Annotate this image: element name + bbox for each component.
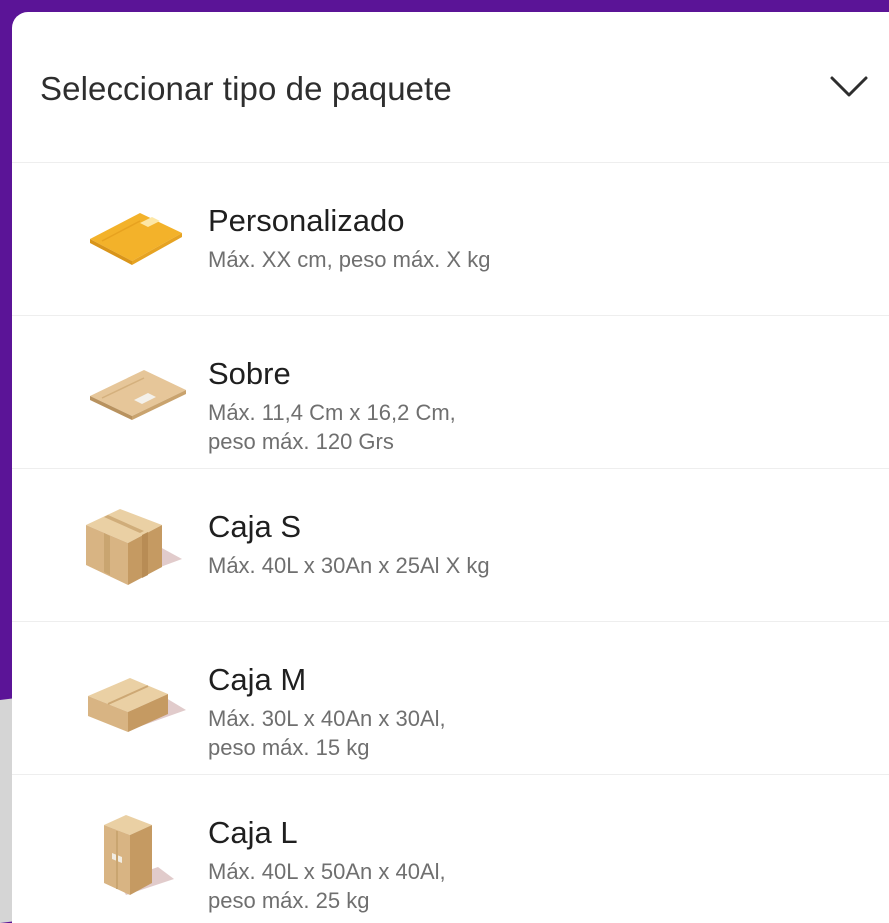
option-description: Máx. XX cm, peso máx. X kg [208,247,491,272]
option-title: Personalizado [208,203,405,238]
large-box-icon [104,815,174,895]
option-caja-s[interactable]: Caja S Máx. 40L x 30An x 25Al X kg [12,469,889,622]
option-description: Máx. 40L x 30An x 25Al X kg [208,553,490,578]
option-description: Máx. 11,4 Cm x 16,2 Cm, peso máx. 120 Gr… [208,400,456,454]
option-caja-l[interactable]: Caja L Máx. 40L x 50An x 40Al, peso máx.… [12,775,889,923]
medium-box-icon [88,678,186,732]
package-type-dropdown: Seleccionar tipo de paquete Personalizad… [12,12,889,923]
option-title: Caja S [208,509,302,544]
chevron-down-icon[interactable] [829,74,869,100]
option-description: Máx. 30L x 40An x 30Al, peso máx. 15 kg [208,706,446,760]
option-sobre[interactable]: Sobre Máx. 11,4 Cm x 16,2 Cm, peso máx. … [12,316,889,469]
dropdown-header[interactable]: Seleccionar tipo de paquete [12,12,889,163]
option-title: Sobre [208,356,291,391]
option-description: Máx. 40L x 50An x 40Al, peso máx. 25 kg [208,859,446,913]
dropdown-title: Seleccionar tipo de paquete [40,70,452,107]
option-personalizado[interactable]: Personalizado Máx. XX cm, peso máx. X kg [12,163,889,316]
yellow-envelope-icon [90,213,182,265]
small-box-icon [86,509,182,585]
option-title: Caja L [208,815,298,850]
envelope-icon [90,370,186,420]
option-title: Caja M [208,662,307,697]
option-caja-m[interactable]: Caja M Máx. 30L x 40An x 30Al, peso máx.… [12,622,889,775]
